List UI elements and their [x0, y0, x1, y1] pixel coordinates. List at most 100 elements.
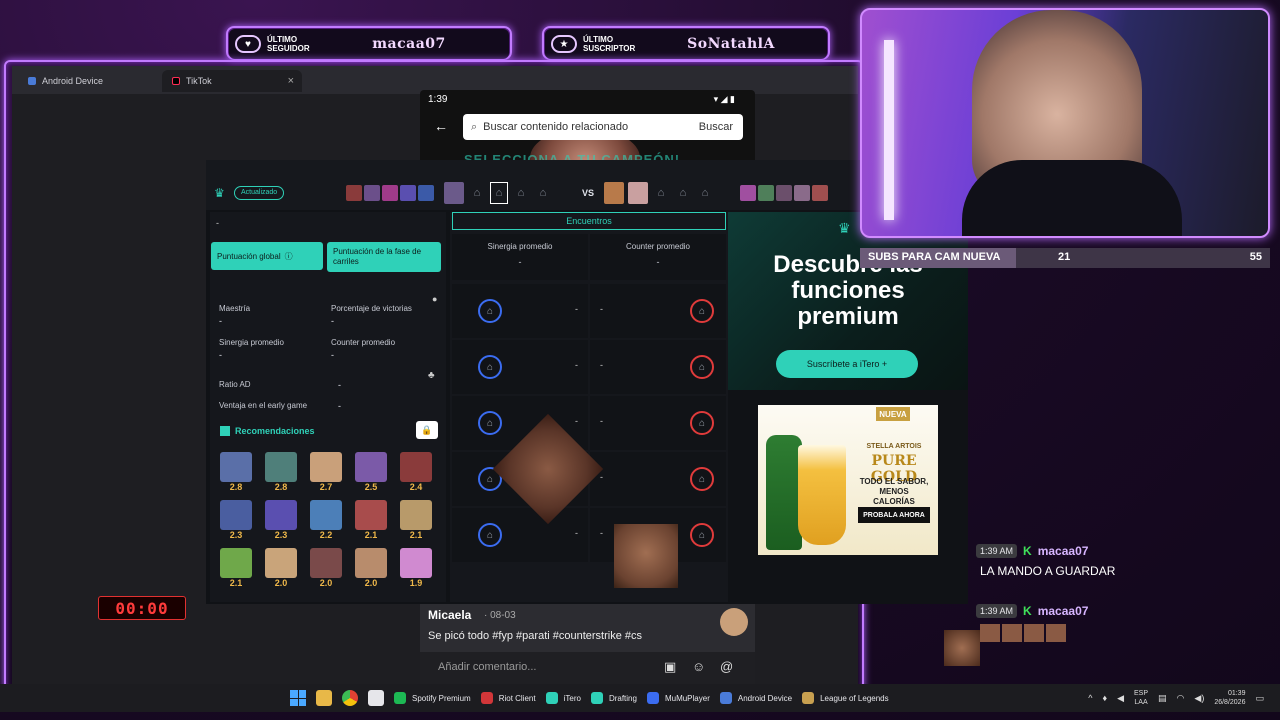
- tiktok-icon: [172, 77, 180, 85]
- mention-icon[interactable]: @: [720, 659, 733, 674]
- pick-slot-icon[interactable]: ⌂: [674, 182, 692, 204]
- ally-role-icon[interactable]: ⌂: [478, 523, 502, 547]
- taskbar-app[interactable]: Android Device: [719, 684, 793, 712]
- pick-champion[interactable]: [444, 182, 464, 204]
- chat-emotes: [980, 624, 1276, 642]
- taskbar-app[interactable]: iTero: [545, 684, 581, 712]
- lane-score-button[interactable]: Puntuación de la fase de carriles: [327, 242, 441, 272]
- encounter-row: ⌂--⌂: [452, 340, 726, 394]
- ally-role-icon[interactable]: ⌂: [478, 355, 502, 379]
- microphone-icon[interactable]: ♦: [1103, 693, 1108, 703]
- tab-android-device[interactable]: Android Device: [18, 70, 158, 92]
- notifications-icon[interactable]: ▭: [1255, 693, 1264, 704]
- ad-cta-button[interactable]: PROBALA AHORA: [858, 507, 930, 523]
- recommendation-item[interactable]: 2.0: [355, 548, 387, 588]
- taskbar-app[interactable]: Riot Client: [480, 684, 536, 712]
- recommendation-item[interactable]: 2.4: [400, 452, 432, 492]
- recommendation-item[interactable]: 2.7: [310, 452, 342, 492]
- image-icon[interactable]: ▣: [664, 659, 676, 675]
- wifi-icon[interactable]: ◠: [1177, 693, 1185, 704]
- recommendation-item[interactable]: 1.9: [400, 548, 432, 588]
- chrome-icon[interactable]: [342, 690, 358, 706]
- enemy-role-icon[interactable]: ⌂: [690, 411, 714, 435]
- subscribe-button[interactable]: Suscríbete a iTero +: [776, 350, 918, 378]
- taskbar-app[interactable]: Drafting: [590, 684, 637, 712]
- ally-role-icon[interactable]: ⌂: [478, 299, 502, 323]
- recommendation-item[interactable]: 2.1: [355, 500, 387, 540]
- search-button[interactable]: Buscar: [699, 121, 733, 133]
- pick-slot-icon[interactable]: ⌂: [468, 182, 486, 204]
- beer-advertisement[interactable]: NUEVA STELLA ARTOIS PURE GOLD TODO EL SA…: [758, 405, 938, 555]
- tab-tiktok[interactable]: TikTok ×: [162, 70, 302, 92]
- last-subscriber-alert: ★ ÚLTIMO SUSCRIPTOR SoNatahlA: [542, 26, 830, 60]
- global-score-button[interactable]: Puntuación global ⓘ: [211, 242, 323, 270]
- pick-slot-icon[interactable]: ⌂: [512, 182, 530, 204]
- tray-chevron-icon[interactable]: ^: [1088, 693, 1092, 703]
- champion-stats-panel: - Puntuación global ⓘ Puntuación de la f…: [210, 212, 446, 602]
- enemy-role-icon[interactable]: ⌂: [690, 355, 714, 379]
- recommendation-item[interactable]: 2.2: [310, 500, 342, 540]
- recommendation-item[interactable]: 2.0: [265, 548, 297, 588]
- video-author[interactable]: Micaela: [428, 608, 471, 622]
- recommendations-grid: 2.8 2.8 2.7 2.5 2.4 2.3 2.3 2.2 2.1 2.1 2.1 2.0 2.0 2…: [220, 452, 440, 602]
- counter-value: -: [600, 528, 603, 538]
- kick-badge-icon: K: [1023, 604, 1032, 618]
- itero-logo-icon: ♛: [214, 186, 225, 200]
- lock-icon[interactable]: 🔒: [416, 421, 438, 439]
- counter-cell: - ⌂: [590, 284, 726, 338]
- app-label: Drafting: [608, 693, 637, 703]
- app-icon: [719, 692, 732, 704]
- windows-start-icon[interactable]: [290, 690, 306, 706]
- comment-input[interactable]: Añadir comentario...: [438, 661, 536, 673]
- pick-slot-icon[interactable]: ⌂: [534, 182, 552, 204]
- emoji-icon[interactable]: ☺: [692, 659, 705, 674]
- pick-slot-icon[interactable]: ⌂: [652, 182, 670, 204]
- recommendation-item[interactable]: 2.3: [220, 500, 252, 540]
- system-clock[interactable]: 01:39 26/8/2026: [1214, 689, 1245, 707]
- app-icon: [545, 692, 558, 704]
- enemy-role-icon[interactable]: ⌂: [690, 299, 714, 323]
- recommendation-item[interactable]: 2.3: [265, 500, 297, 540]
- recommendation-item[interactable]: 2.8: [220, 452, 252, 492]
- pick-champion[interactable]: [628, 182, 648, 204]
- taskbar-app[interactable]: Spotify Premium: [394, 684, 471, 712]
- phone-status-icons: ▾ ◢ ▮: [713, 94, 735, 104]
- creator-avatar[interactable]: [720, 608, 748, 636]
- close-tab-icon[interactable]: ×: [288, 75, 294, 87]
- recommendation-item[interactable]: 2.1: [220, 548, 252, 588]
- encounter-row: ⌂--⌂: [452, 508, 726, 562]
- file-explorer-icon[interactable]: [316, 690, 332, 706]
- search-input[interactable]: Buscar contenido relacionado: [483, 121, 699, 133]
- last-subscriber-label: ÚLTIMO SUSCRIPTOR: [583, 35, 636, 53]
- early-game-label: Ventaja en el early game: [219, 401, 308, 410]
- tiktok-search-bar[interactable]: ⌕ Buscar contenido relacionado Buscar: [463, 114, 743, 140]
- taskbar-app[interactable]: MuMuPlayer: [646, 684, 710, 712]
- counter-value: -: [600, 416, 603, 426]
- capcut-icon[interactable]: [368, 690, 384, 706]
- pick-champion[interactable]: [604, 182, 624, 204]
- language-indicator[interactable]: ESP LAA: [1134, 689, 1148, 707]
- neon-light-image: [884, 40, 894, 220]
- pick-slot-icon[interactable]: ⌂: [490, 182, 508, 204]
- search-icon: ⌕: [471, 120, 478, 133]
- mastery-value: -: [219, 316, 222, 326]
- encounters-panel: Encuentros Sinergia promedio - Counter p…: [450, 212, 728, 602]
- mastery-label: Maestría: [219, 304, 251, 313]
- subs-goal-bar: SUBS PARA CAM NUEVA 21 55: [860, 248, 1270, 268]
- counter-value: -: [600, 360, 603, 370]
- pick-slot-icon[interactable]: ⌂: [696, 182, 714, 204]
- network-icon[interactable]: ▤: [1158, 693, 1167, 704]
- recommendation-item[interactable]: 2.0: [310, 548, 342, 588]
- ally-role-icon[interactable]: ⌂: [478, 411, 502, 435]
- speaker-icon[interactable]: ◀: [1117, 693, 1124, 704]
- volume-icon[interactable]: ◀): [1194, 693, 1204, 704]
- enemy-role-icon[interactable]: ⌂: [690, 523, 714, 547]
- clock-time: 01:39: [1227, 690, 1246, 697]
- enemy-role-icon[interactable]: ⌂: [690, 467, 714, 491]
- recommendation-item[interactable]: 2.1: [400, 500, 432, 540]
- recommendation-item[interactable]: 2.8: [265, 452, 297, 492]
- back-arrow-icon[interactable]: ←: [434, 118, 448, 134]
- taskbar-app[interactable]: League of Legends: [802, 684, 889, 712]
- app-label: Android Device: [737, 693, 793, 703]
- recommendation-item[interactable]: 2.5: [355, 452, 387, 492]
